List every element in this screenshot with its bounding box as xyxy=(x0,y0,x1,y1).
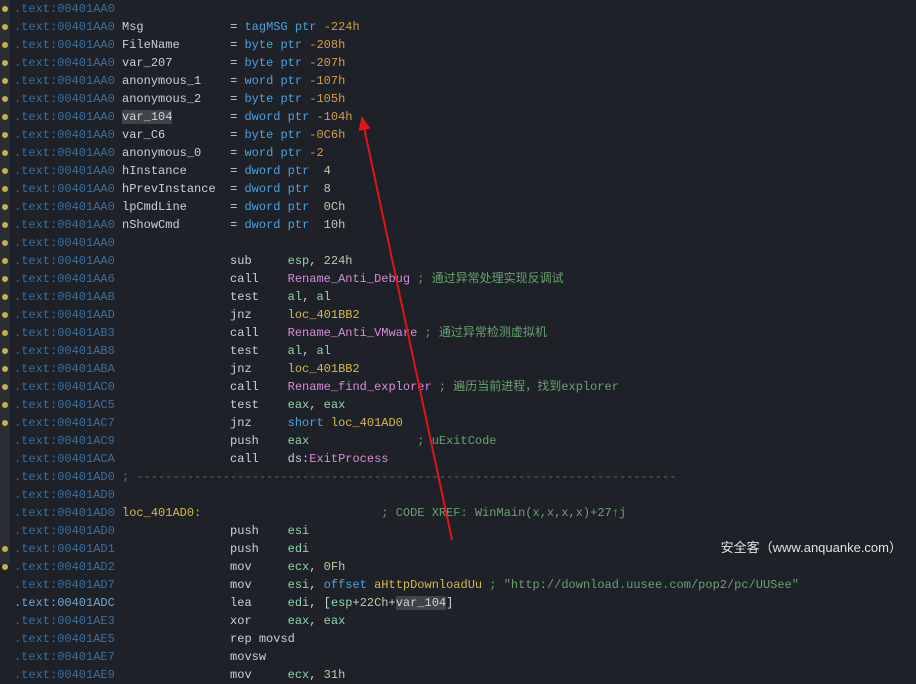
asm-line[interactable]: .text:00401AC7 jnz short loc_401AD0 xyxy=(14,414,916,432)
asm-line[interactable]: .text:00401AA0 var_C6 = byte ptr -0C6h xyxy=(14,126,916,144)
asm-line[interactable]: .text:00401ABA jnz loc_401BB2 xyxy=(14,360,916,378)
breakpoint-dot[interactable] xyxy=(2,204,8,210)
asm-line[interactable]: .text:00401AA0 FileName = byte ptr -208h xyxy=(14,36,916,54)
asm-line[interactable]: .text:00401AA0 anonymous_2 = byte ptr -1… xyxy=(14,90,916,108)
breakpoint-dot[interactable] xyxy=(2,132,8,138)
watermark-text: 安全客（www.anquanke.com） xyxy=(721,539,902,557)
asm-line[interactable]: .text:00401AA0 sub esp, 224h xyxy=(14,252,916,270)
asm-line[interactable]: .text:00401AE5 rep movsd xyxy=(14,630,916,648)
breakpoint-dot[interactable] xyxy=(2,222,8,228)
breakpoint-dot[interactable] xyxy=(2,240,8,246)
asm-line[interactable]: .text:00401AAD jnz loc_401BB2 xyxy=(14,306,916,324)
asm-line[interactable]: .text:00401AD0 push esi xyxy=(14,522,916,540)
breakpoint-dot[interactable] xyxy=(2,60,8,66)
asm-line[interactable]: .text:00401AE7 movsw xyxy=(14,648,916,666)
breakpoint-dot[interactable] xyxy=(2,294,8,300)
breakpoint-dot[interactable] xyxy=(2,114,8,120)
asm-line[interactable]: .text:00401AA0 anonymous_1 = word ptr -1… xyxy=(14,72,916,90)
breakpoint-dot[interactable] xyxy=(2,150,8,156)
breakpoint-dot[interactable] xyxy=(2,546,8,552)
breakpoint-dot[interactable] xyxy=(2,258,8,264)
breakpoint-dot[interactable] xyxy=(2,420,8,426)
asm-line[interactable]: .text:00401AA0 hInstance = dword ptr 4 xyxy=(14,162,916,180)
asm-line[interactable]: .text:00401AA0 Msg = tagMSG ptr -224h xyxy=(14,18,916,36)
asm-line[interactable]: .text:00401AA0 xyxy=(14,0,916,18)
breakpoint-dot[interactable] xyxy=(2,366,8,372)
asm-line[interactable]: .text:00401AA0 var_207 = byte ptr -207h xyxy=(14,54,916,72)
breakpoint-dot[interactable] xyxy=(2,168,8,174)
asm-line[interactable]: .text:00401AD0 loc_401AD0: ; CODE XREF: … xyxy=(14,504,916,522)
breakpoint-dot[interactable] xyxy=(2,42,8,48)
asm-line[interactable]: .text:00401AA0 hPrevInstance = dword ptr… xyxy=(14,180,916,198)
asm-line[interactable]: .text:00401AA0 anonymous_0 = word ptr -2 xyxy=(14,144,916,162)
asm-line[interactable]: .text:00401AD7 mov esi, offset aHttpDown… xyxy=(14,576,916,594)
breakpoint-dot[interactable] xyxy=(2,402,8,408)
breakpoint-dot[interactable] xyxy=(2,384,8,390)
breakpoint-dot[interactable] xyxy=(2,6,8,12)
asm-line[interactable]: .text:00401AC0 call Rename_find_explorer… xyxy=(14,378,916,396)
asm-line[interactable]: .text:00401AA6 call Rename_Anti_Debug ; … xyxy=(14,270,916,288)
asm-line[interactable]: .text:00401AAB test al, al xyxy=(14,288,916,306)
asm-line[interactable]: .text:00401AA0 xyxy=(14,234,916,252)
breakpoint-dot[interactable] xyxy=(2,186,8,192)
breakpoint-dot[interactable] xyxy=(2,78,8,84)
asm-line[interactable]: .text:00401AA0 var_104 = dword ptr -104h xyxy=(14,108,916,126)
asm-line[interactable]: .text:00401AC9 push eax ; uExitCode xyxy=(14,432,916,450)
breakpoint-dot[interactable] xyxy=(2,330,8,336)
asm-line[interactable]: .text:00401ACA call ds:ExitProcess xyxy=(14,450,916,468)
asm-line[interactable]: .text:00401AD0 ; -----------------------… xyxy=(14,468,916,486)
disassembly-listing[interactable]: .text:00401AA0 .text:00401AA0 Msg = tagM… xyxy=(0,0,916,684)
breakpoint-dot[interactable] xyxy=(2,348,8,354)
breakpoint-dot[interactable] xyxy=(2,24,8,30)
asm-line[interactable]: .text:00401AC5 test eax, eax xyxy=(14,396,916,414)
breakpoint-dot[interactable] xyxy=(2,96,8,102)
asm-line[interactable]: .text:00401AE9 mov ecx, 31h xyxy=(14,666,916,684)
breakpoint-dot[interactable] xyxy=(2,312,8,318)
asm-line[interactable]: .text:00401AE3 xor eax, eax xyxy=(14,612,916,630)
asm-line[interactable]: .text:00401AA0 nShowCmd = dword ptr 10h xyxy=(14,216,916,234)
asm-line[interactable]: .text:00401AA0 lpCmdLine = dword ptr 0Ch xyxy=(14,198,916,216)
gutter xyxy=(0,0,10,565)
asm-line[interactable]: .text:00401ADC lea edi, [esp+22Ch+var_10… xyxy=(14,594,916,612)
breakpoint-dot[interactable] xyxy=(2,276,8,282)
asm-line[interactable]: .text:00401AB3 call Rename_Anti_VMware ;… xyxy=(14,324,916,342)
asm-line[interactable]: .text:00401AD2 mov ecx, 0Fh xyxy=(14,558,916,576)
asm-line[interactable]: .text:00401AD0 xyxy=(14,486,916,504)
asm-line[interactable]: .text:00401AB8 test al, al xyxy=(14,342,916,360)
